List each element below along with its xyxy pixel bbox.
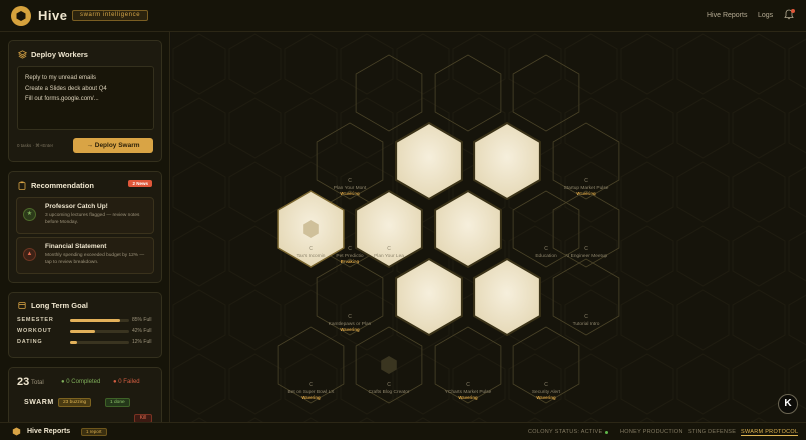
brand-tagline: swarm intelligence — [72, 10, 149, 21]
recommendation-item-desc: Monthly spending exceeded budget by 12% … — [45, 253, 145, 265]
total-label: Total — [31, 380, 44, 386]
task-line: Reply to my unread emails — [25, 75, 97, 81]
hive-cell-status: Wavering — [536, 395, 556, 400]
layers-icon — [18, 50, 27, 59]
swarm-stats-card: 23 Total ● 0 Completed ● 0 Failed SWARM … — [8, 367, 162, 427]
hive-reports-title[interactable]: Hive Reports — [27, 428, 70, 435]
hive-cell-label: Plan Your Lea — [374, 253, 404, 259]
deploy-workers-title: Deploy Workers — [31, 50, 88, 59]
swarm-label: SWARM — [24, 399, 54, 406]
hive-cell-status: Wavering — [301, 395, 321, 400]
hive-cell-label: Tutorial Intro — [573, 321, 600, 327]
status-dot — [605, 431, 608, 434]
nav-logs[interactable]: Logs — [758, 12, 773, 19]
long-term-goal-card: Long Term Goal SEMESTER 85% Full WORKOUT… — [8, 292, 162, 358]
recommendation-item-title: Financial Statement — [45, 243, 107, 250]
report-count-badge: 1 report — [81, 428, 107, 436]
colony-status: COLONY STATUS: ACTIVE — [528, 429, 603, 435]
hive-cell-marker: C — [387, 246, 391, 252]
goal-progress-fill — [70, 341, 78, 344]
hive-cell-status: Wavering — [340, 327, 360, 332]
recommendation-item-title: Professor Catch Up! — [45, 203, 108, 210]
completed-label: 0 Completed — [66, 379, 101, 385]
hive-cell-marker: C — [544, 246, 548, 252]
completed-count: ● 0 Completed — [61, 379, 101, 385]
bottom-bar: Hive Reports 1 report COLONY STATUS: ACT… — [0, 422, 806, 440]
hive-cell-marker: C — [348, 314, 352, 320]
recommendation-title: Recommendation — [31, 181, 94, 190]
nav-hive-reports[interactable]: Hive Reports — [707, 12, 747, 19]
deploy-swarm-label: Deploy Swarm — [94, 142, 140, 149]
hive-cell-label: AI Engineer Meetup — [565, 253, 608, 259]
hive-cell-marker: C — [309, 382, 313, 388]
failed-label: 0 Failed — [118, 379, 140, 385]
failed-count: ● 0 Failed — [113, 379, 140, 385]
deploy-workers-card: Deploy Workers Reply to my unread emails… — [8, 40, 162, 162]
hive-cell-marker: C — [584, 178, 588, 184]
hive-cell-marker: C — [348, 246, 352, 252]
task-line: Create a Slides deck about Q4 — [25, 85, 107, 92]
done-badge: 1 done — [105, 398, 130, 407]
task-textarea[interactable]: Reply to my unread emails Create a Slide… — [17, 66, 154, 130]
star-icon: ★ — [23, 208, 36, 221]
goal-progress-fill — [70, 330, 95, 333]
sidebar: Deploy Workers Reply to my unread emails… — [0, 32, 170, 427]
tab-honey-production[interactable]: HONEY PRODUCTION — [620, 429, 683, 435]
goal-label: WORKOUT — [17, 328, 52, 334]
hive-canvas: Plan Your Mont C Wavering Startup Market Pu… — [171, 32, 806, 422]
recommendation-item[interactable]: ★ Professor Catch Up! 3 upcoming lecture… — [16, 197, 154, 234]
calendar-icon — [18, 302, 26, 309]
long-term-goal-title: Long Term Goal — [31, 301, 88, 310]
goal-value: 42% Full — [132, 328, 152, 334]
warning-icon: ▲ — [23, 248, 36, 261]
hive-cell-label: Tax's Incomin — [297, 253, 326, 259]
hive-cell-label: Crafts Blog Creator — [368, 389, 409, 395]
tab-sting-defense[interactable]: STING DEFENSE — [688, 429, 736, 435]
goal-progress-bar — [70, 319, 129, 322]
hive-cell-marker: C — [348, 178, 352, 184]
task-count-hint: 0 tasks · ⌘+Enter — [17, 143, 54, 148]
deploy-swarm-button[interactable]: → Deploy Swarm — [73, 138, 153, 153]
hive-cell-marker: C — [584, 314, 588, 320]
honeycomb-grid: Plan Your MontCWaveringStartup Market Pu… — [171, 32, 806, 422]
goal-value: 85% Full — [132, 317, 152, 323]
assistant-button[interactable]: K — [778, 394, 798, 414]
hive-cell-label: Education — [535, 253, 557, 259]
news-badge: 2 News — [128, 180, 152, 187]
goal-progress-fill — [70, 319, 121, 322]
goal-value: 12% Full — [132, 339, 152, 345]
notification-dot — [791, 9, 795, 13]
hive-cell-marker: C — [309, 246, 313, 252]
goal-label: DATING — [17, 339, 43, 345]
top-bar: Hive swarm intelligence Hive Reports Log… — [0, 0, 806, 32]
clipboard-icon — [18, 181, 26, 190]
hive-cell-marker: C — [544, 382, 548, 388]
hive-cell-marker: C — [387, 382, 391, 388]
buzzing-badge: 23 buzzing — [58, 398, 92, 407]
hive-small-icon — [12, 427, 21, 436]
arrow-right-icon: → — [86, 142, 95, 149]
tab-swarm-protocol[interactable]: SWARM PROTOCOL — [741, 429, 799, 436]
goal-progress-bar — [70, 330, 129, 333]
hive-logo[interactable] — [11, 6, 31, 26]
recommendation-item-desc: 3 upcoming lectures flagged — review not… — [45, 213, 140, 225]
recommendation-item[interactable]: ▲ Financial Statement Monthly spending e… — [16, 237, 154, 274]
hive-cell-marker: C — [584, 246, 588, 252]
goal-progress-bar — [70, 341, 129, 344]
total-count: 23 — [17, 376, 30, 388]
task-line: Fill out forms.google.com/... — [25, 96, 99, 102]
brand-name: Hive — [38, 8, 68, 23]
goal-label: SEMESTER — [17, 317, 54, 323]
hive-cell-status: Wavering — [458, 395, 478, 400]
recommendation-card: Recommendation 2 News ★ Professor Catch … — [8, 171, 162, 283]
hive-cell-marker: C — [466, 382, 470, 388]
